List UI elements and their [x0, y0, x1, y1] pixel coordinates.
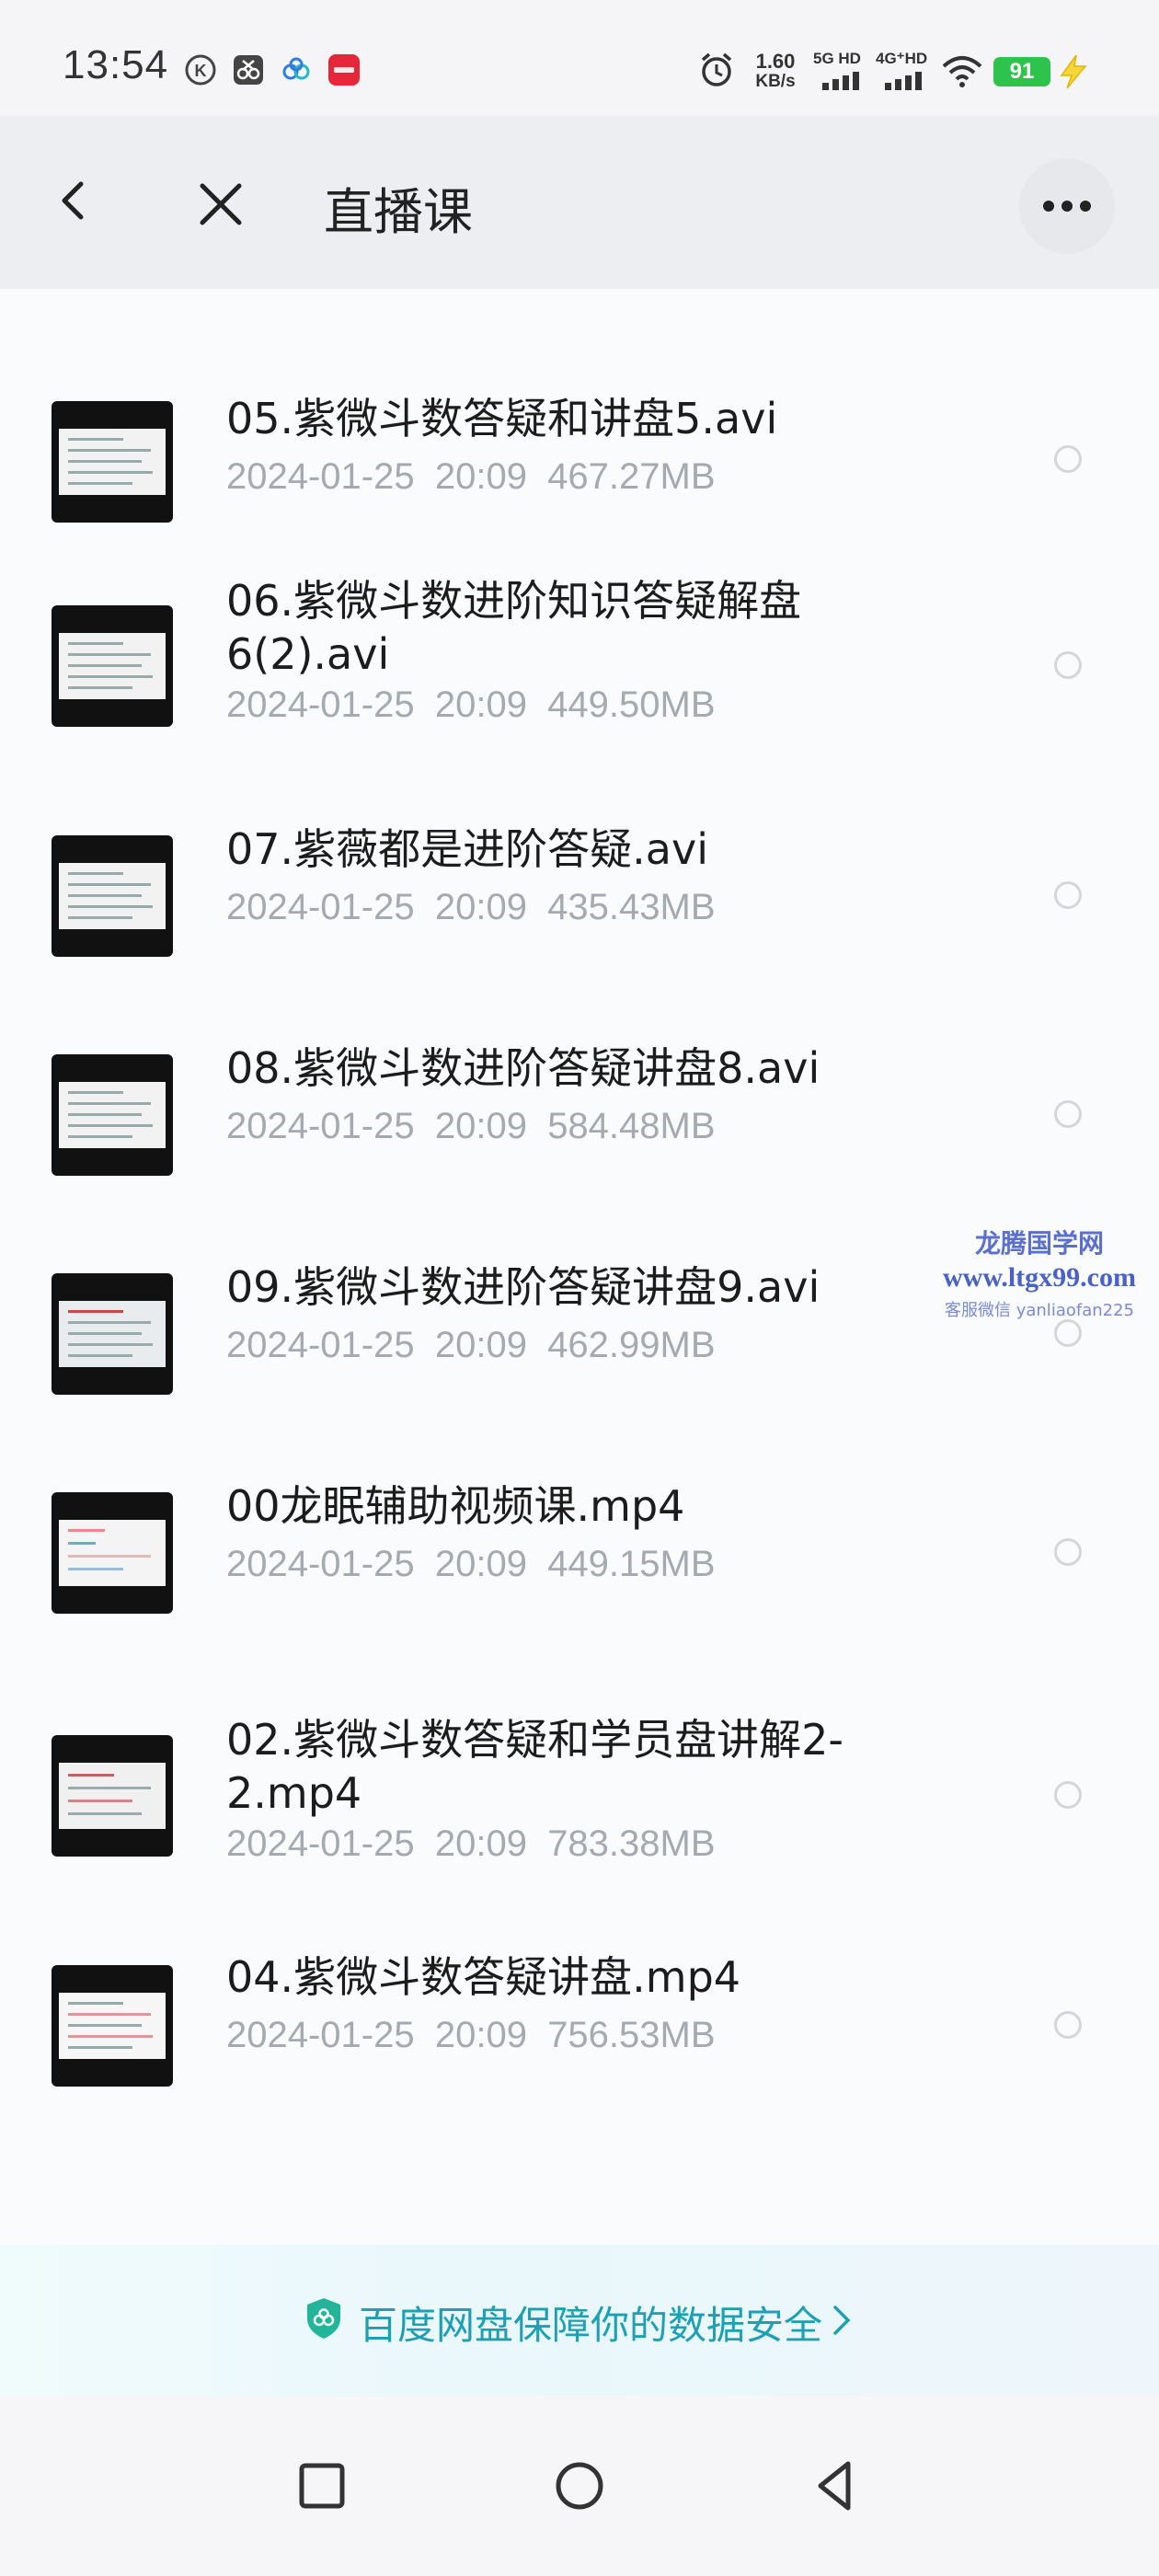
signal-icon-2 [885, 72, 922, 90]
select-radio[interactable] [1054, 2011, 1082, 2039]
header: 直播课 [0, 116, 1159, 289]
file-row[interactable]: 07.紫薇都是进阶答疑.avi 2024-01-25 20:09 435.43M… [0, 773, 1159, 992]
svg-text:K: K [195, 62, 207, 80]
network-4g-label: 4G⁺HD [876, 50, 928, 67]
wifi-icon [942, 56, 982, 87]
file-name: 09.紫微斗数进阶答疑讲盘9.avi [226, 1262, 820, 1312]
file-name: 02.紫微斗数答疑和学员盘讲解2-2.mp4 [226, 1715, 844, 1818]
home-icon[interactable] [550, 2456, 609, 2515]
file-row[interactable]: 08.紫微斗数进阶答疑讲盘8.avi 2024-01-25 20:09 584.… [0, 992, 1159, 1211]
file-time: 20:09 [434, 684, 527, 725]
file-date: 2024-01-25 [226, 2015, 415, 2055]
file-size: 435.43MB [547, 887, 716, 927]
video-thumbnail [52, 1965, 173, 2087]
file-date: 2024-01-25 [226, 456, 415, 497]
page-title: 直播课 [324, 183, 473, 241]
back-icon[interactable] [808, 2456, 866, 2515]
file-meta: 2024-01-25 20:09 449.15MB [226, 1544, 716, 1585]
watermark-contact: 客服微信 yanliaofan225 [945, 1301, 1134, 1320]
video-thumbnail [52, 605, 173, 727]
file-size: 467.27MB [547, 456, 716, 497]
file-date: 2024-01-25 [226, 1823, 415, 1864]
file-row[interactable]: 05.紫微斗数答疑和讲盘5.avi 2024-01-25 20:09 467.2… [0, 331, 1159, 534]
shield-icon [307, 2298, 340, 2339]
watermark-title: 龙腾国学网 [974, 1228, 1104, 1259]
file-row[interactable]: 06.紫微斗数进阶知识答疑解盘6(2).avi 2024-01-25 20:09… [0, 534, 1159, 773]
more-button[interactable] [1019, 158, 1115, 254]
file-name: 04.紫微斗数答疑讲盘.mp4 [226, 1952, 741, 2002]
file-size: 449.50MB [547, 684, 716, 725]
network-speed-unit: KB/s [755, 72, 796, 91]
file-name: 05.紫微斗数答疑和讲盘5.avi [226, 394, 778, 443]
close-icon[interactable] [195, 178, 247, 230]
security-text: 百度网盘保障你的数据安全 [359, 2303, 823, 2348]
video-thumbnail [52, 401, 173, 523]
file-name: 07.紫薇都是进阶答疑.avi [226, 824, 708, 874]
file-time: 20:09 [434, 1823, 527, 1864]
file-name: 00龙眠辅助视频课.mp4 [226, 1481, 685, 1531]
file-date: 2024-01-25 [226, 887, 415, 927]
network-5g-label: 5G HD [813, 50, 861, 67]
select-radio[interactable] [1054, 1319, 1082, 1347]
file-date: 2024-01-25 [226, 1325, 415, 1365]
file-meta: 2024-01-25 20:09 467.27MB [226, 456, 716, 498]
video-thumbnail [52, 835, 173, 957]
charging-icon [1060, 54, 1087, 89]
file-meta: 2024-01-25 20:09 435.43MB [226, 887, 716, 928]
file-date: 2024-01-25 [226, 1544, 415, 1584]
security-banner[interactable]: 百度网盘保障你的数据安全 [0, 2245, 1159, 2396]
status-bar: 13:54 K 1.60 KB/s 5G HD 4G⁺HD 91 [0, 0, 1159, 116]
file-meta: 2024-01-25 20:09 449.50MB [226, 684, 716, 726]
file-date: 2024-01-25 [226, 1106, 415, 1146]
file-time: 20:09 [434, 1544, 527, 1584]
system-nav-bar [0, 2396, 1159, 2576]
battery-level: 91 [993, 57, 1050, 86]
video-thumbnail [52, 1492, 173, 1614]
status-time: 13:54 [63, 42, 169, 87]
file-name: 06.紫微斗数进阶知识答疑解盘6(2).avi [226, 576, 802, 679]
k-circle-icon: K [185, 54, 216, 86]
more-horizontal-icon [1043, 201, 1091, 212]
select-radio[interactable] [1054, 651, 1082, 679]
watermark-url: www.ltgx99.com [943, 1262, 1136, 1293]
file-time: 20:09 [434, 1106, 527, 1146]
file-row[interactable]: 04.紫微斗数答疑讲盘.mp4 2024-01-25 20:09 756.53M… [0, 1892, 1159, 2110]
video-thumbnail [52, 1273, 173, 1395]
file-time: 20:09 [434, 2015, 527, 2055]
select-radio[interactable] [1054, 1100, 1082, 1128]
file-row[interactable]: 02.紫微斗数答疑和学员盘讲解2-2.mp4 2024-01-25 20:09 … [0, 1649, 1159, 1892]
file-time: 20:09 [434, 1325, 527, 1365]
video-thumbnail [52, 1735, 173, 1857]
file-size: 462.99MB [547, 1325, 716, 1365]
select-radio[interactable] [1054, 881, 1082, 909]
file-meta: 2024-01-25 20:09 462.99MB [226, 1325, 716, 1366]
file-meta: 2024-01-25 20:09 783.38MB [226, 1823, 716, 1865]
chevron-right-icon [833, 2306, 851, 2335]
file-size: 449.15MB [547, 1544, 716, 1584]
baidu-cloud-app-icon [282, 57, 310, 80]
recent-apps-icon[interactable] [293, 2456, 351, 2515]
watermark: 龙腾国学网 www.ltgx99.com 客服微信 yanliaofan225 [929, 1224, 1150, 1321]
select-radio[interactable] [1054, 1781, 1082, 1809]
file-size: 783.38MB [547, 1823, 716, 1864]
select-radio[interactable] [1054, 445, 1082, 473]
chevron-left-icon[interactable] [52, 178, 96, 223]
file-row[interactable]: 00龙眠辅助视频课.mp4 2024-01-25 20:09 449.15MB [0, 1430, 1159, 1649]
scissors-app-icon [234, 55, 263, 85]
file-time: 20:09 [434, 887, 527, 927]
file-time: 20:09 [434, 456, 527, 497]
select-radio[interactable] [1054, 1538, 1082, 1566]
file-size: 584.48MB [547, 1106, 716, 1146]
alarm-icon [701, 52, 732, 86]
video-thumbnail [52, 1054, 173, 1176]
signal-icon [822, 72, 859, 90]
xiaohongshu-app-icon [328, 54, 360, 86]
file-meta: 2024-01-25 20:09 584.48MB [226, 1106, 716, 1147]
file-date: 2024-01-25 [226, 684, 415, 725]
file-name: 08.紫微斗数进阶答疑讲盘8.avi [226, 1043, 820, 1093]
network-speed-value: 1.60 [755, 50, 796, 73]
file-size: 756.53MB [547, 2015, 716, 2055]
file-meta: 2024-01-25 20:09 756.53MB [226, 2015, 716, 2056]
